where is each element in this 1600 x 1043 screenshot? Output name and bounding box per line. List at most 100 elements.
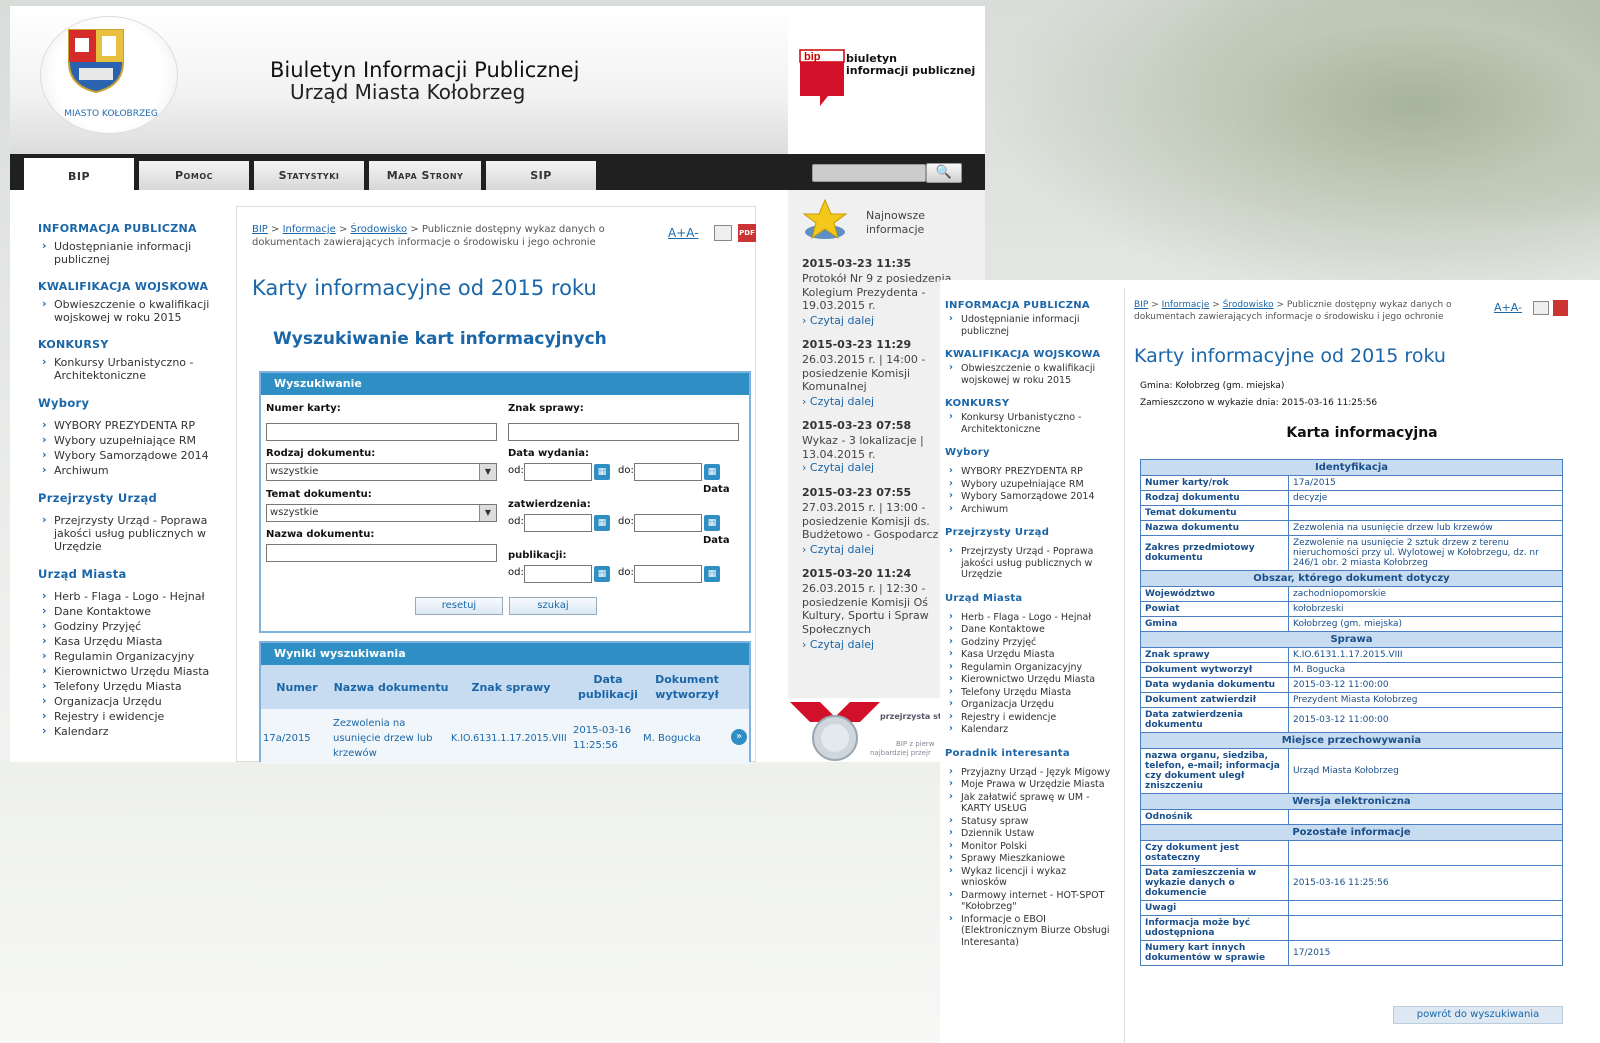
col-znak[interactable]: Znak sprawy	[449, 665, 573, 709]
font-size-control[interactable]: A+A-	[1494, 301, 1522, 314]
menu-section-urzad[interactable]: Urząd Miasta	[945, 593, 1115, 604]
search-button[interactable]: 🔍	[926, 163, 962, 183]
menu-item[interactable]: Archiwum	[945, 503, 1115, 516]
menu-item[interactable]: Rejestry i ewidencje	[945, 711, 1115, 724]
menu-item[interactable]: Darmowy internet - HOT-SPOT "Kołobrzeg"	[945, 889, 1115, 913]
col-numer[interactable]: Numer	[261, 665, 333, 709]
news-text[interactable]: 26.03.2015 r. | 12:30 - posiedzenie Komi…	[802, 582, 952, 636]
menu-item[interactable]: Przejrzysty Urząd - Poprawa jakości usłu…	[945, 545, 1115, 581]
menu-item[interactable]: Dane Kontaktowe	[945, 623, 1115, 636]
menu-section-wybory[interactable]: Wybory	[38, 396, 224, 410]
menu-section-przejrzysty[interactable]: Przejrzysty Urząd	[38, 491, 224, 505]
menu-section-wybory[interactable]: Wybory	[945, 447, 1115, 458]
menu-item[interactable]: Udostępnianie informacji publicznej	[945, 313, 1115, 337]
zatwierdzenia-do-input[interactable]	[634, 514, 702, 532]
calendar-icon[interactable]: ▦	[704, 464, 720, 480]
read-more-link[interactable]: › Czytaj dalej	[802, 395, 874, 408]
tab-sip[interactable]: SIP	[486, 161, 596, 190]
menu-item[interactable]: Kierownictwo Urzędu Miasta	[38, 664, 224, 678]
breadcrumb-informacje[interactable]: Informacje	[1162, 300, 1210, 310]
nazwa-dokumentu-input[interactable]	[266, 544, 497, 562]
col-nazwa[interactable]: Nazwa dokumentu	[333, 665, 449, 709]
zatwierdzenia-od-input[interactable]	[524, 514, 592, 532]
breadcrumb-srodowisko[interactable]: Środowisko	[351, 224, 408, 235]
reset-button[interactable]: resetuj	[415, 597, 503, 615]
menu-item[interactable]: Kasa Urzędu Miasta	[38, 634, 224, 648]
calendar-icon[interactable]: ▦	[704, 566, 720, 582]
menu-item[interactable]: Herb - Flaga - Logo - Hejnał	[38, 589, 224, 603]
menu-item[interactable]: Przyjazny Urząd - Język Migowy	[945, 766, 1115, 779]
tab-statystyki[interactable]: Statystyki	[254, 161, 364, 190]
calendar-icon[interactable]: ▦	[594, 515, 610, 531]
menu-item[interactable]: Konkursy Urbanistyczno - Architektoniczn…	[945, 411, 1115, 435]
print-icon[interactable]	[714, 225, 732, 241]
breadcrumb-srodowisko[interactable]: Środowisko	[1223, 300, 1274, 310]
menu-item[interactable]: Dziennik Ustaw	[945, 827, 1115, 840]
search-input[interactable]	[812, 164, 926, 182]
back-to-search-button[interactable]: powrót do wyszukiwania	[1393, 1006, 1563, 1024]
menu-item[interactable]: Obwieszczenie o kwalifikacji wojskowej w…	[945, 362, 1115, 386]
news-text[interactable]: Wykaz - 3 lokalizacje | 13.04.2015 r.	[802, 434, 962, 461]
menu-item[interactable]: Organizacja Urzędu	[945, 698, 1115, 711]
menu-item[interactable]: Sprawy Mieszkaniowe	[945, 852, 1115, 865]
read-more-link[interactable]: › Czytaj dalej	[802, 461, 874, 474]
tab-mapa-strony[interactable]: Mapa Strony	[369, 161, 481, 190]
calendar-icon[interactable]: ▦	[704, 515, 720, 531]
menu-section-informacja[interactable]: INFORMACJA PUBLICZNA	[945, 300, 1115, 311]
menu-item[interactable]: Obwieszczenie o kwalifikacji wojskowej w…	[38, 297, 224, 324]
menu-item[interactable]: Dane Kontaktowe	[38, 604, 224, 618]
news-text[interactable]: 26.03.2015 r. | 14:00 - posiedzenie Komi…	[802, 353, 962, 394]
read-more-link[interactable]: › Czytaj dalej	[802, 638, 874, 651]
menu-item[interactable]: Wybory uzupełniające RM	[945, 478, 1115, 491]
read-more-link[interactable]: › Czytaj dalej	[802, 543, 874, 556]
menu-section-informacja[interactable]: INFORMACJA PUBLICZNA	[38, 222, 224, 235]
menu-item[interactable]: Statusy spraw	[945, 815, 1115, 828]
breadcrumb-bip[interactable]: BIP	[1134, 300, 1148, 310]
tab-pomoc[interactable]: Pomoc	[139, 161, 249, 190]
menu-item[interactable]: Kierownictwo Urzędu Miasta	[945, 673, 1115, 686]
news-text[interactable]: Protokół Nr 9 z posiedzenia Kolegium Pre…	[802, 272, 962, 313]
menu-item[interactable]: Wybory Samorządowe 2014	[38, 448, 224, 462]
read-more-link[interactable]: › Czytaj dalej	[802, 314, 874, 327]
menu-item[interactable]: Telefony Urzędu Miasta	[38, 679, 224, 693]
tab-bip[interactable]: BIP	[24, 158, 134, 192]
print-icon[interactable]	[1533, 301, 1549, 315]
menu-item[interactable]: Udostępnianie informacji publicznej	[38, 239, 224, 266]
menu-section-konkursy[interactable]: KONKURSY	[38, 338, 224, 351]
menu-section-urzad[interactable]: Urząd Miasta	[38, 567, 224, 581]
publikacji-do-input[interactable]	[634, 565, 702, 583]
menu-item[interactable]: Telefony Urzędu Miasta	[945, 686, 1115, 699]
menu-item[interactable]: Wybory Samorządowe 2014	[945, 490, 1115, 503]
table-row[interactable]: 17a/2015 Zezwolenia na usunięcie drzew l…	[261, 709, 749, 764]
menu-item[interactable]: Wykaz licencji i wykaz wniosków	[945, 865, 1115, 889]
col-data[interactable]: Data publikacji	[573, 665, 643, 709]
data-wydania-do-input[interactable]	[634, 463, 702, 481]
search-submit-button[interactable]: szukaj	[509, 597, 597, 615]
font-size-control[interactable]: A+A-	[668, 226, 699, 240]
menu-item[interactable]: Herb - Flaga - Logo - Hejnał	[945, 611, 1115, 624]
publikacji-od-input[interactable]	[524, 565, 592, 583]
menu-item[interactable]: Godziny Przyjęć	[945, 636, 1115, 649]
znak-sprawy-input[interactable]	[508, 423, 739, 441]
news-text[interactable]: 27.03.2015 r. | 13:00 - posiedzenie Komi…	[802, 501, 952, 542]
numer-karty-input[interactable]	[266, 423, 497, 441]
menu-section-konkursy[interactable]: KONKURSY	[945, 398, 1115, 409]
menu-item[interactable]: WYBORY PREZYDENTA RP	[38, 418, 224, 432]
menu-item[interactable]: Jak załatwić sprawę w UM - KARTY USŁUG	[945, 791, 1115, 815]
menu-item[interactable]: WYBORY PREZYDENTA RP	[945, 465, 1115, 478]
menu-item[interactable]: Regulamin Organizacyjny	[38, 649, 224, 663]
breadcrumb-bip[interactable]: BIP	[252, 224, 268, 235]
menu-item[interactable]: Konkursy Urbanistyczno - Architektoniczn…	[38, 355, 224, 382]
menu-item[interactable]: Godziny Przyjęć	[38, 619, 224, 633]
col-wytworzyl[interactable]: Dokument wytworzył	[643, 665, 731, 709]
details-arrow-icon[interactable]: »	[731, 729, 747, 745]
menu-item[interactable]: Organizacja Urzędu	[38, 694, 224, 708]
breadcrumb-informacje[interactable]: Informacje	[283, 224, 336, 235]
menu-section-przejrzysty[interactable]: Przejrzysty Urząd	[945, 527, 1115, 538]
data-wydania-od-input[interactable]	[524, 463, 592, 481]
menu-item[interactable]: Kasa Urzędu Miasta	[945, 648, 1115, 661]
menu-item[interactable]: Regulamin Organizacyjny	[945, 661, 1115, 674]
menu-item[interactable]: Monitor Polski	[945, 840, 1115, 853]
pdf-icon[interactable]	[1553, 300, 1568, 316]
rodzaj-select[interactable]: wszystkie	[266, 463, 497, 481]
